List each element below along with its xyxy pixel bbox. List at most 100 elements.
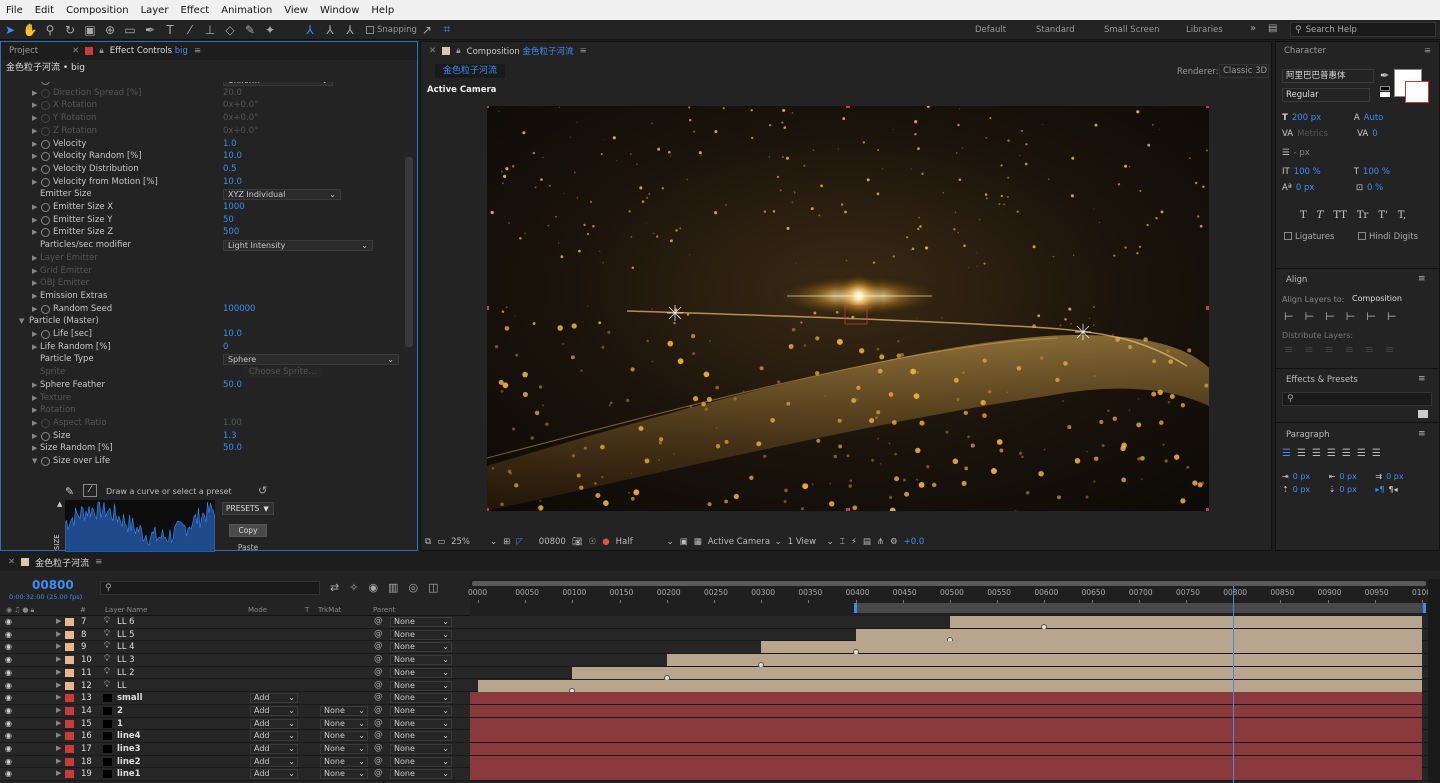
layer-search-field[interactable]: ⚲	[100, 581, 320, 595]
pick-whip-icon[interactable]: @	[374, 629, 383, 639]
timeline-current-time[interactable]: 00800	[32, 578, 74, 592]
video-visibility-icon[interactable]: ◉	[5, 719, 12, 728]
panel-menu-icon[interactable]: ≡	[1418, 274, 1426, 284]
layer-label-color[interactable]	[65, 656, 74, 665]
time-navigator-bar[interactable]	[472, 581, 1426, 586]
stopwatch-icon[interactable]	[41, 431, 50, 441]
kerning-value[interactable]: Metrics	[1297, 129, 1353, 139]
menu-view[interactable]: View	[278, 5, 314, 16]
property-dropdown[interactable]: XYZ Individual ⌄	[223, 189, 341, 201]
panel-menu-icon[interactable]: ≡	[579, 46, 586, 56]
collapsed-triangle-icon[interactable]: ▶	[56, 693, 61, 701]
effect-property-row[interactable]: ▶ Direction Spread [%] 20.0	[1, 88, 406, 100]
collapsed-triangle-icon[interactable]: ▶	[56, 719, 61, 727]
collapsed-triangle-icon[interactable]: ▶	[32, 203, 37, 211]
property-value[interactable]: 0	[223, 342, 228, 352]
tab-effect-controls[interactable]: Effect Controls big	[110, 46, 188, 56]
layer-label-color[interactable]	[65, 694, 74, 703]
table-row[interactable]: ◉ ▶ 14 2 Add ⌄ None ⌄ @ None ⌄	[0, 704, 470, 718]
effect-property-row[interactable]: ▶ Emitter Size Z 500	[1, 227, 406, 239]
collapsed-triangle-icon[interactable]: ▶	[32, 254, 37, 262]
tab-project[interactable]: Project	[9, 46, 38, 56]
pick-whip-icon[interactable]: @	[374, 705, 383, 715]
property-value[interactable]: 1.0	[223, 139, 237, 149]
menu-window[interactable]: Window	[314, 5, 365, 16]
layer-duration-bar[interactable]	[470, 768, 1422, 781]
pick-whip-icon[interactable]: @	[374, 641, 383, 651]
paste-button[interactable]: Paste	[229, 543, 267, 551]
character-style-button[interactable]: T,	[1398, 210, 1406, 221]
smooth-brush-icon[interactable]: ⁄	[83, 484, 97, 497]
draft-3d-icon[interactable]: ✧	[349, 581, 358, 594]
stopwatch-icon[interactable]	[41, 304, 50, 314]
reset-exposure-icon[interactable]: ⚙	[890, 537, 898, 547]
fast-previews-icon[interactable]: ⚡︎	[851, 537, 857, 547]
dist-5-icon[interactable]: ≡	[1365, 343, 1374, 356]
property-value[interactable]: 50.0	[223, 443, 242, 453]
indent-right-value[interactable]: 0 px	[1339, 472, 1371, 481]
layer-name[interactable]: line2	[117, 757, 141, 767]
effect-property-row[interactable]: Emitter Size XYZ Individual ⌄	[1, 189, 406, 201]
pick-whip-icon[interactable]: @	[374, 718, 383, 728]
ltr-icon[interactable]: ▸¶	[1375, 485, 1384, 494]
video-visibility-icon[interactable]: ◉	[5, 744, 12, 753]
collapsed-triangle-icon[interactable]: ▶	[32, 292, 37, 300]
monitor-icon[interactable]: ▭	[437, 537, 445, 547]
stopwatch-icon[interactable]	[41, 457, 50, 466]
table-row[interactable]: ◉ ▶ 19 line1 Add ⌄ None ⌄ @ None ⌄	[0, 768, 470, 782]
mode-dropdown[interactable]: Add ⌄	[250, 731, 298, 742]
pick-whip-icon[interactable]: @	[374, 667, 383, 677]
composition-viewer[interactable]	[487, 106, 1209, 511]
justify-last-left-icon[interactable]: ☰	[1327, 448, 1336, 459]
character-style-button[interactable]: T'	[1378, 210, 1387, 221]
property-value[interactable]: 1.00	[223, 418, 242, 428]
collapsed-triangle-icon[interactable]: ▶	[56, 706, 61, 714]
layer-duration-bar[interactable]	[470, 730, 1422, 743]
size-over-life-graph[interactable]	[65, 500, 215, 552]
trkmat-dropdown[interactable]: None ⌄	[320, 756, 368, 767]
align-bottom-icon[interactable]: ⊢	[1387, 310, 1397, 323]
vertical-scale-value[interactable]: 100 %	[1294, 167, 1350, 177]
layer-duration-bar[interactable]	[470, 743, 1422, 755]
composition-mini-flowchart-icon[interactable]: ⇄	[330, 581, 339, 594]
effect-property-row[interactable]: ▶ Velocity Distribution 0.5	[1, 164, 406, 176]
stopwatch-icon[interactable]	[41, 152, 50, 162]
font-style-dropdown[interactable]: Regular	[1282, 88, 1370, 102]
stopwatch-icon[interactable]	[41, 164, 50, 174]
stopwatch-icon[interactable]	[41, 88, 50, 98]
expanded-triangle-icon[interactable]: ▼	[19, 317, 24, 325]
horizontal-scale-value[interactable]: 100 %	[1363, 167, 1390, 177]
effect-property-row[interactable]: ▶ Texture	[1, 393, 406, 405]
property-value[interactable]: 10.0	[223, 151, 242, 161]
parent-dropdown[interactable]: None ⌄	[390, 629, 452, 640]
menu-effect[interactable]: Effect	[174, 5, 215, 16]
parent-dropdown[interactable]: None ⌄	[390, 617, 452, 627]
close-icon[interactable]: ✕	[8, 557, 15, 567]
collapsed-triangle-icon[interactable]: ▶	[56, 681, 61, 689]
menu-file[interactable]: File	[0, 5, 29, 16]
justify-last-right-icon[interactable]: ☰	[1357, 448, 1366, 459]
trkmat-dropdown[interactable]: None ⌄	[320, 731, 368, 742]
workspace-default[interactable]: Default	[975, 25, 1006, 35]
layer-name[interactable]: line4	[117, 731, 141, 741]
workspace-libraries[interactable]: Libraries	[1186, 25, 1223, 35]
snapshot-icon[interactable]: 📷︎	[572, 537, 583, 547]
collapsed-triangle-icon[interactable]: ▶	[56, 731, 61, 739]
layer-duration-bar[interactable]	[470, 704, 1422, 717]
align-right-icon[interactable]: ⊢	[1325, 310, 1335, 323]
property-value[interactable]: 0.5	[223, 164, 237, 174]
collapsed-triangle-icon[interactable]: ▶	[32, 165, 37, 173]
video-visibility-icon[interactable]: ◉	[5, 693, 12, 702]
collapsed-triangle-icon[interactable]: ▶	[32, 394, 37, 402]
work-area-bar[interactable]	[853, 603, 1426, 613]
property-dropdown[interactable]: Uniform⌄	[223, 82, 333, 86]
property-dropdown[interactable]: Sphere ⌄	[223, 354, 399, 366]
parent-dropdown[interactable]: None ⌄	[390, 655, 452, 666]
layer-label-color[interactable]	[65, 770, 74, 779]
stopwatch-icon[interactable]	[41, 418, 50, 428]
collapsed-triangle-icon[interactable]: ▶	[32, 216, 37, 224]
property-dropdown[interactable]: Light Intensity ⌄	[223, 240, 373, 252]
show-snapshot-icon[interactable]: ☉	[589, 537, 597, 547]
align-to-dropdown[interactable]: Composition	[1348, 293, 1424, 306]
effect-property-row[interactable]: ▶ Velocity from Motion [%] 10.0	[1, 177, 406, 189]
